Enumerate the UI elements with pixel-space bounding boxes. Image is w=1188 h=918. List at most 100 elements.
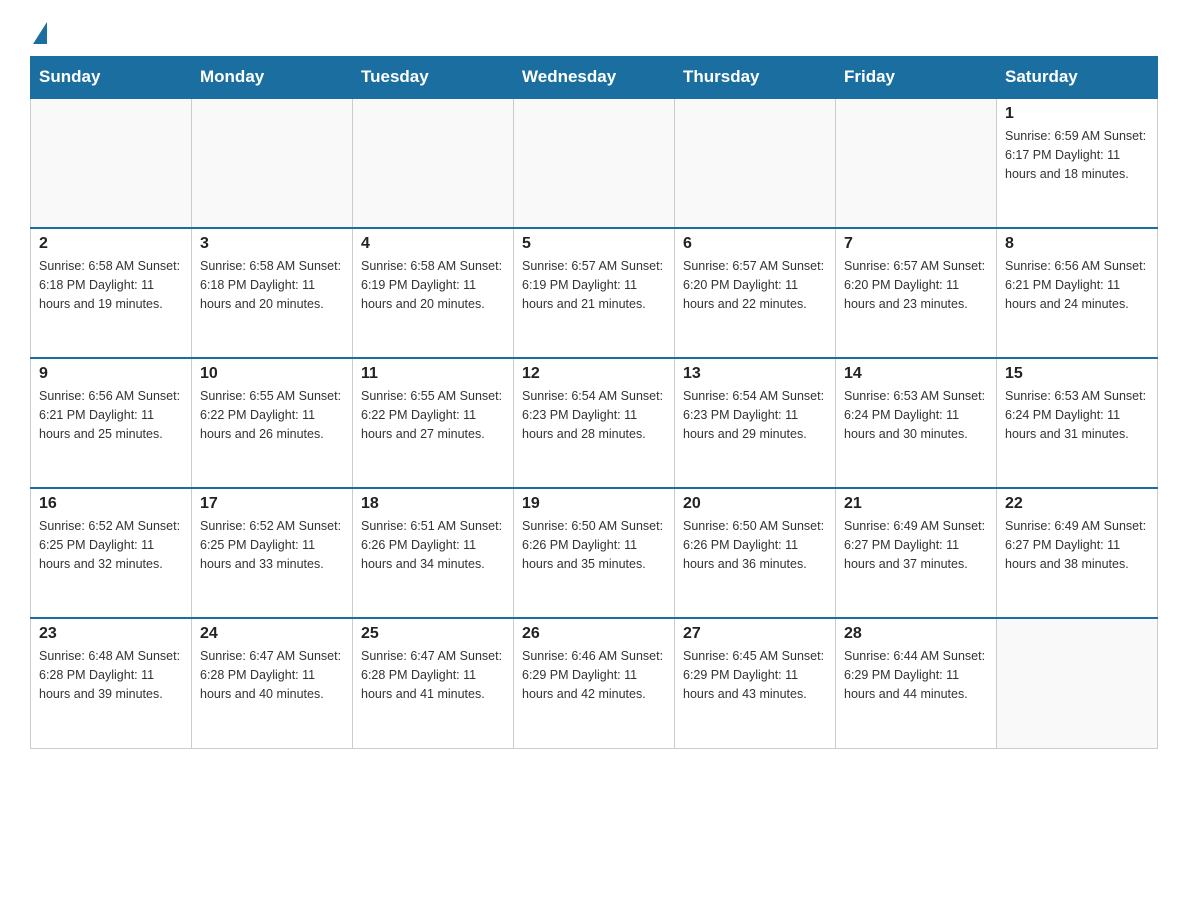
calendar-cell: 28 Sunrise: 6:44 AM Sunset: 6:29 PM Dayli… [836,618,997,748]
day-info: Sunrise: 6:53 AM Sunset: 6:24 PM Dayligh… [1005,387,1149,443]
calendar-cell: 21 Sunrise: 6:49 AM Sunset: 6:27 PM Dayli… [836,488,997,618]
calendar-cell [192,98,353,228]
calendar-header-friday: Friday [836,57,997,99]
day-number: 1 [1005,105,1149,123]
calendar-cell: 13Sunrise: 6:54 AM Sunset: 6:23 PM Dayli… [675,358,836,488]
day-info: Sunrise: 6:53 AM Sunset: 6:24 PM Dayligh… [844,387,988,443]
day-info: Sunrise: 6:52 AM Sunset: 6:25 PM Dayligh… [200,517,344,573]
day-info: Sunrise: 6:57 AM Sunset: 6:20 PM Dayligh… [683,257,827,313]
calendar-cell: 6Sunrise: 6:57 AM Sunset: 6:20 PM Daylig… [675,228,836,358]
calendar-cell: 20Sunrise: 6:50 AM Sunset: 6:26 PM Dayli… [675,488,836,618]
calendar-cell: 27 Sunrise: 6:45 AM Sunset: 6:29 PM Dayli… [675,618,836,748]
calendar-cell [31,98,192,228]
calendar-cell: 1 Sunrise: 6:59 AM Sunset: 6:17 PM Daylig… [997,98,1158,228]
day-info: Sunrise: 6:50 AM Sunset: 6:26 PM Dayligh… [522,517,666,573]
day-info: Sunrise: 6:57 AM Sunset: 6:20 PM Dayligh… [844,257,988,313]
day-info: Sunrise: 6:55 AM Sunset: 6:22 PM Dayligh… [361,387,505,443]
day-info: Sunrise: 6:58 AM Sunset: 6:18 PM Dayligh… [39,257,183,313]
day-info: Sunrise: 6:45 AM Sunset: 6:29 PM Dayligh… [683,647,827,703]
day-number: 24 [200,625,344,643]
day-info: Sunrise: 6:54 AM Sunset: 6:23 PM Dayligh… [522,387,666,443]
calendar-cell: 23 Sunrise: 6:48 AM Sunset: 6:28 PM Dayli… [31,618,192,748]
calendar-cell: 18 Sunrise: 6:51 AM Sunset: 6:26 PM Dayli… [353,488,514,618]
calendar-header-wednesday: Wednesday [514,57,675,99]
calendar-header-thursday: Thursday [675,57,836,99]
logo-triangle-icon [33,22,47,44]
calendar-cell: 11 Sunrise: 6:55 AM Sunset: 6:22 PM Dayli… [353,358,514,488]
day-info: Sunrise: 6:54 AM Sunset: 6:23 PM Dayligh… [683,387,827,443]
day-number: 18 [361,495,505,513]
calendar-cell: 25 Sunrise: 6:47 AM Sunset: 6:28 PM Dayli… [353,618,514,748]
calendar-cell: 12 Sunrise: 6:54 AM Sunset: 6:23 PM Dayli… [514,358,675,488]
calendar-cell: 8 Sunrise: 6:56 AM Sunset: 6:21 PM Daylig… [997,228,1158,358]
calendar-cell: 16 Sunrise: 6:52 AM Sunset: 6:25 PM Dayli… [31,488,192,618]
day-info: Sunrise: 6:56 AM Sunset: 6:21 PM Dayligh… [1005,257,1149,313]
calendar-cell: 2 Sunrise: 6:58 AM Sunset: 6:18 PM Daylig… [31,228,192,358]
calendar-cell [675,98,836,228]
day-info: Sunrise: 6:57 AM Sunset: 6:19 PM Dayligh… [522,257,666,313]
day-number: 27 [683,625,827,643]
calendar-cell: 14 Sunrise: 6:53 AM Sunset: 6:24 PM Dayli… [836,358,997,488]
calendar-cell: 5 Sunrise: 6:57 AM Sunset: 6:19 PM Daylig… [514,228,675,358]
day-number: 17 [200,495,344,513]
logo [30,20,47,40]
calendar-week-1: 1 Sunrise: 6:59 AM Sunset: 6:17 PM Daylig… [31,98,1158,228]
day-number: 12 [522,365,666,383]
day-info: Sunrise: 6:44 AM Sunset: 6:29 PM Dayligh… [844,647,988,703]
day-info: Sunrise: 6:58 AM Sunset: 6:19 PM Dayligh… [361,257,505,313]
day-number: 8 [1005,235,1149,253]
day-number: 11 [361,365,505,383]
day-number: 19 [522,495,666,513]
day-info: Sunrise: 6:49 AM Sunset: 6:27 PM Dayligh… [844,517,988,573]
calendar-cell: 19 Sunrise: 6:50 AM Sunset: 6:26 PM Dayli… [514,488,675,618]
day-number: 26 [522,625,666,643]
calendar-week-5: 23 Sunrise: 6:48 AM Sunset: 6:28 PM Dayli… [31,618,1158,748]
day-number: 25 [361,625,505,643]
calendar-cell: 7 Sunrise: 6:57 AM Sunset: 6:20 PM Daylig… [836,228,997,358]
page-header [30,20,1158,40]
calendar-week-2: 2 Sunrise: 6:58 AM Sunset: 6:18 PM Daylig… [31,228,1158,358]
calendar-cell [997,618,1158,748]
day-number: 2 [39,235,183,253]
calendar-header-saturday: Saturday [997,57,1158,99]
day-number: 23 [39,625,183,643]
calendar-cell: 4 Sunrise: 6:58 AM Sunset: 6:19 PM Daylig… [353,228,514,358]
day-number: 14 [844,365,988,383]
day-info: Sunrise: 6:58 AM Sunset: 6:18 PM Dayligh… [200,257,344,313]
day-info: Sunrise: 6:51 AM Sunset: 6:26 PM Dayligh… [361,517,505,573]
day-info: Sunrise: 6:46 AM Sunset: 6:29 PM Dayligh… [522,647,666,703]
day-number: 28 [844,625,988,643]
calendar-week-3: 9 Sunrise: 6:56 AM Sunset: 6:21 PM Daylig… [31,358,1158,488]
calendar-cell: 15 Sunrise: 6:53 AM Sunset: 6:24 PM Dayli… [997,358,1158,488]
day-info: Sunrise: 6:47 AM Sunset: 6:28 PM Dayligh… [200,647,344,703]
calendar-cell: 24 Sunrise: 6:47 AM Sunset: 6:28 PM Dayli… [192,618,353,748]
day-info: Sunrise: 6:49 AM Sunset: 6:27 PM Dayligh… [1005,517,1149,573]
day-number: 10 [200,365,344,383]
calendar-header-sunday: Sunday [31,57,192,99]
day-number: 16 [39,495,183,513]
day-number: 4 [361,235,505,253]
calendar-header-row: SundayMondayTuesdayWednesdayThursdayFrid… [31,57,1158,99]
day-number: 20 [683,495,827,513]
day-info: Sunrise: 6:59 AM Sunset: 6:17 PM Dayligh… [1005,127,1149,183]
calendar-header-tuesday: Tuesday [353,57,514,99]
calendar-cell [514,98,675,228]
calendar-cell: 3Sunrise: 6:58 AM Sunset: 6:18 PM Daylig… [192,228,353,358]
calendar-cell [353,98,514,228]
day-info: Sunrise: 6:47 AM Sunset: 6:28 PM Dayligh… [361,647,505,703]
day-info: Sunrise: 6:48 AM Sunset: 6:28 PM Dayligh… [39,647,183,703]
calendar-table: SundayMondayTuesdayWednesdayThursdayFrid… [30,56,1158,749]
calendar-week-4: 16 Sunrise: 6:52 AM Sunset: 6:25 PM Dayli… [31,488,1158,618]
day-info: Sunrise: 6:55 AM Sunset: 6:22 PM Dayligh… [200,387,344,443]
calendar-cell: 10 Sunrise: 6:55 AM Sunset: 6:22 PM Dayli… [192,358,353,488]
day-number: 21 [844,495,988,513]
day-number: 15 [1005,365,1149,383]
calendar-cell: 22 Sunrise: 6:49 AM Sunset: 6:27 PM Dayli… [997,488,1158,618]
day-number: 9 [39,365,183,383]
day-info: Sunrise: 6:56 AM Sunset: 6:21 PM Dayligh… [39,387,183,443]
day-info: Sunrise: 6:52 AM Sunset: 6:25 PM Dayligh… [39,517,183,573]
day-number: 22 [1005,495,1149,513]
day-number: 7 [844,235,988,253]
calendar-header-monday: Monday [192,57,353,99]
day-number: 5 [522,235,666,253]
